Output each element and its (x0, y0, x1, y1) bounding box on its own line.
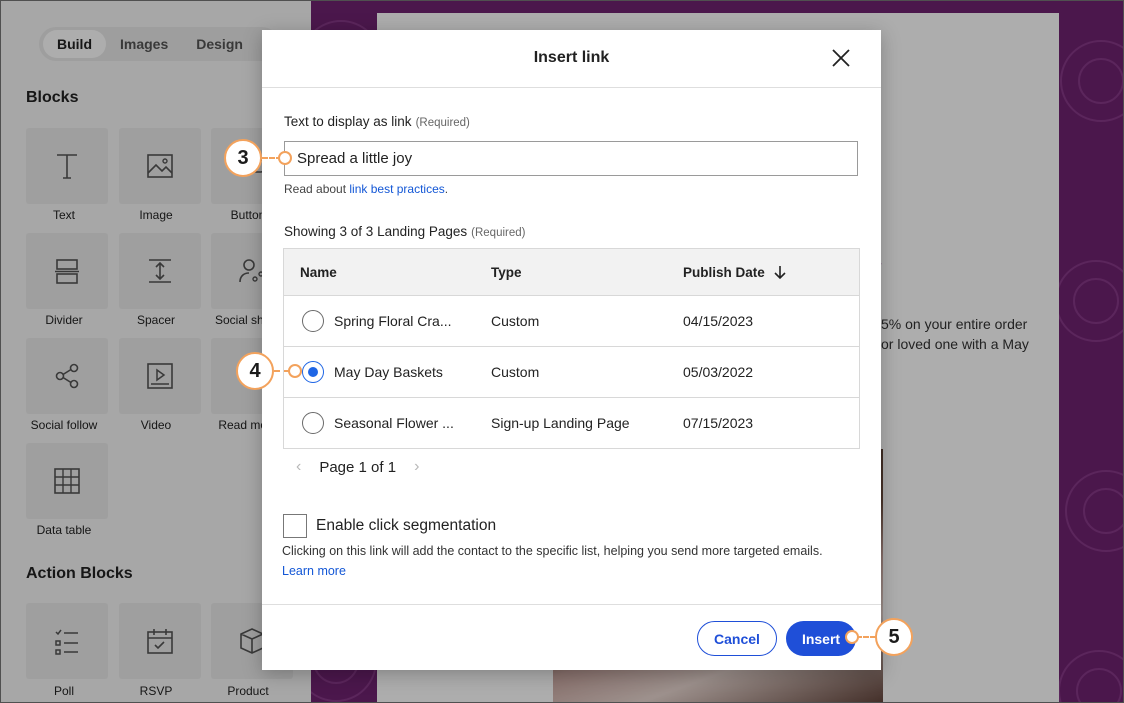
row-radio[interactable] (302, 310, 324, 332)
row-name: Seasonal Flower ... (334, 415, 454, 431)
page-indicator: Page 1 of 1 (319, 458, 397, 476)
pagination: ‹ Page 1 of 1 › (296, 458, 419, 476)
click-segmentation-label[interactable]: Enable click segmentation (316, 517, 496, 535)
column-header-name[interactable]: Name (300, 249, 337, 295)
table-header: Name Type Publish Date (284, 249, 859, 295)
helper-text: Read about link best practices. (284, 182, 449, 196)
row-date: 04/15/2023 (683, 313, 754, 329)
click-segmentation-description: Clicking on this link will add the conta… (282, 544, 823, 558)
row-date: 05/03/2022 (683, 364, 754, 380)
cancel-button[interactable]: Cancel (697, 621, 777, 656)
row-date: 07/15/2023 (683, 415, 754, 431)
chevron-right-icon[interactable]: › (414, 458, 419, 476)
row-name: May Day Baskets (334, 364, 443, 380)
callout-5: 5 (875, 618, 913, 656)
row-type: Sign-up Landing Page (491, 415, 630, 431)
dialog-title: Insert link (533, 49, 610, 66)
learn-more-link[interactable]: Learn more (282, 564, 346, 578)
row-type: Custom (491, 364, 540, 380)
callout-3: 3 (224, 139, 262, 177)
display-text-label: Text to display as link (Required) (284, 114, 470, 129)
row-radio[interactable] (302, 412, 324, 434)
landing-pages-table: Name Type Publish Date Spring Floral Cra… (283, 248, 860, 449)
required-tag: (Required) (471, 227, 526, 239)
dialog-header: Insert link (262, 30, 881, 88)
landing-pages-label: Showing 3 of 3 Landing Pages (Required) (284, 224, 526, 239)
callout-dot (288, 364, 302, 378)
dialog-footer: Cancel Insert (262, 604, 881, 670)
callout-leader (856, 636, 876, 638)
column-header-type[interactable]: Type (491, 249, 522, 295)
display-text-input[interactable] (284, 141, 858, 176)
arrow-down-icon (774, 266, 786, 280)
link-best-practices-link[interactable]: link best practices (349, 182, 444, 196)
table-row[interactable]: Spring Floral Cra... Custom 04/15/2023 (284, 295, 859, 346)
table-row[interactable]: May Day Baskets Custom 05/03/2022 (284, 346, 859, 397)
row-type: Custom (491, 313, 540, 329)
callout-dot (278, 151, 292, 165)
callout-4: 4 (236, 352, 274, 390)
callout-dot (845, 630, 859, 644)
insert-link-dialog: Insert link Text to display as link (Requ… (262, 30, 881, 670)
row-name: Spring Floral Cra... (334, 313, 452, 329)
click-segmentation-checkbox[interactable] (283, 514, 307, 538)
required-tag: (Required) (415, 117, 470, 129)
row-radio-selected[interactable] (302, 361, 324, 383)
chevron-left-icon[interactable]: ‹ (296, 458, 301, 476)
column-header-publish-date[interactable]: Publish Date (683, 249, 787, 295)
close-icon[interactable] (829, 46, 853, 70)
table-row[interactable]: Seasonal Flower ... Sign-up Landing Page… (284, 397, 859, 448)
